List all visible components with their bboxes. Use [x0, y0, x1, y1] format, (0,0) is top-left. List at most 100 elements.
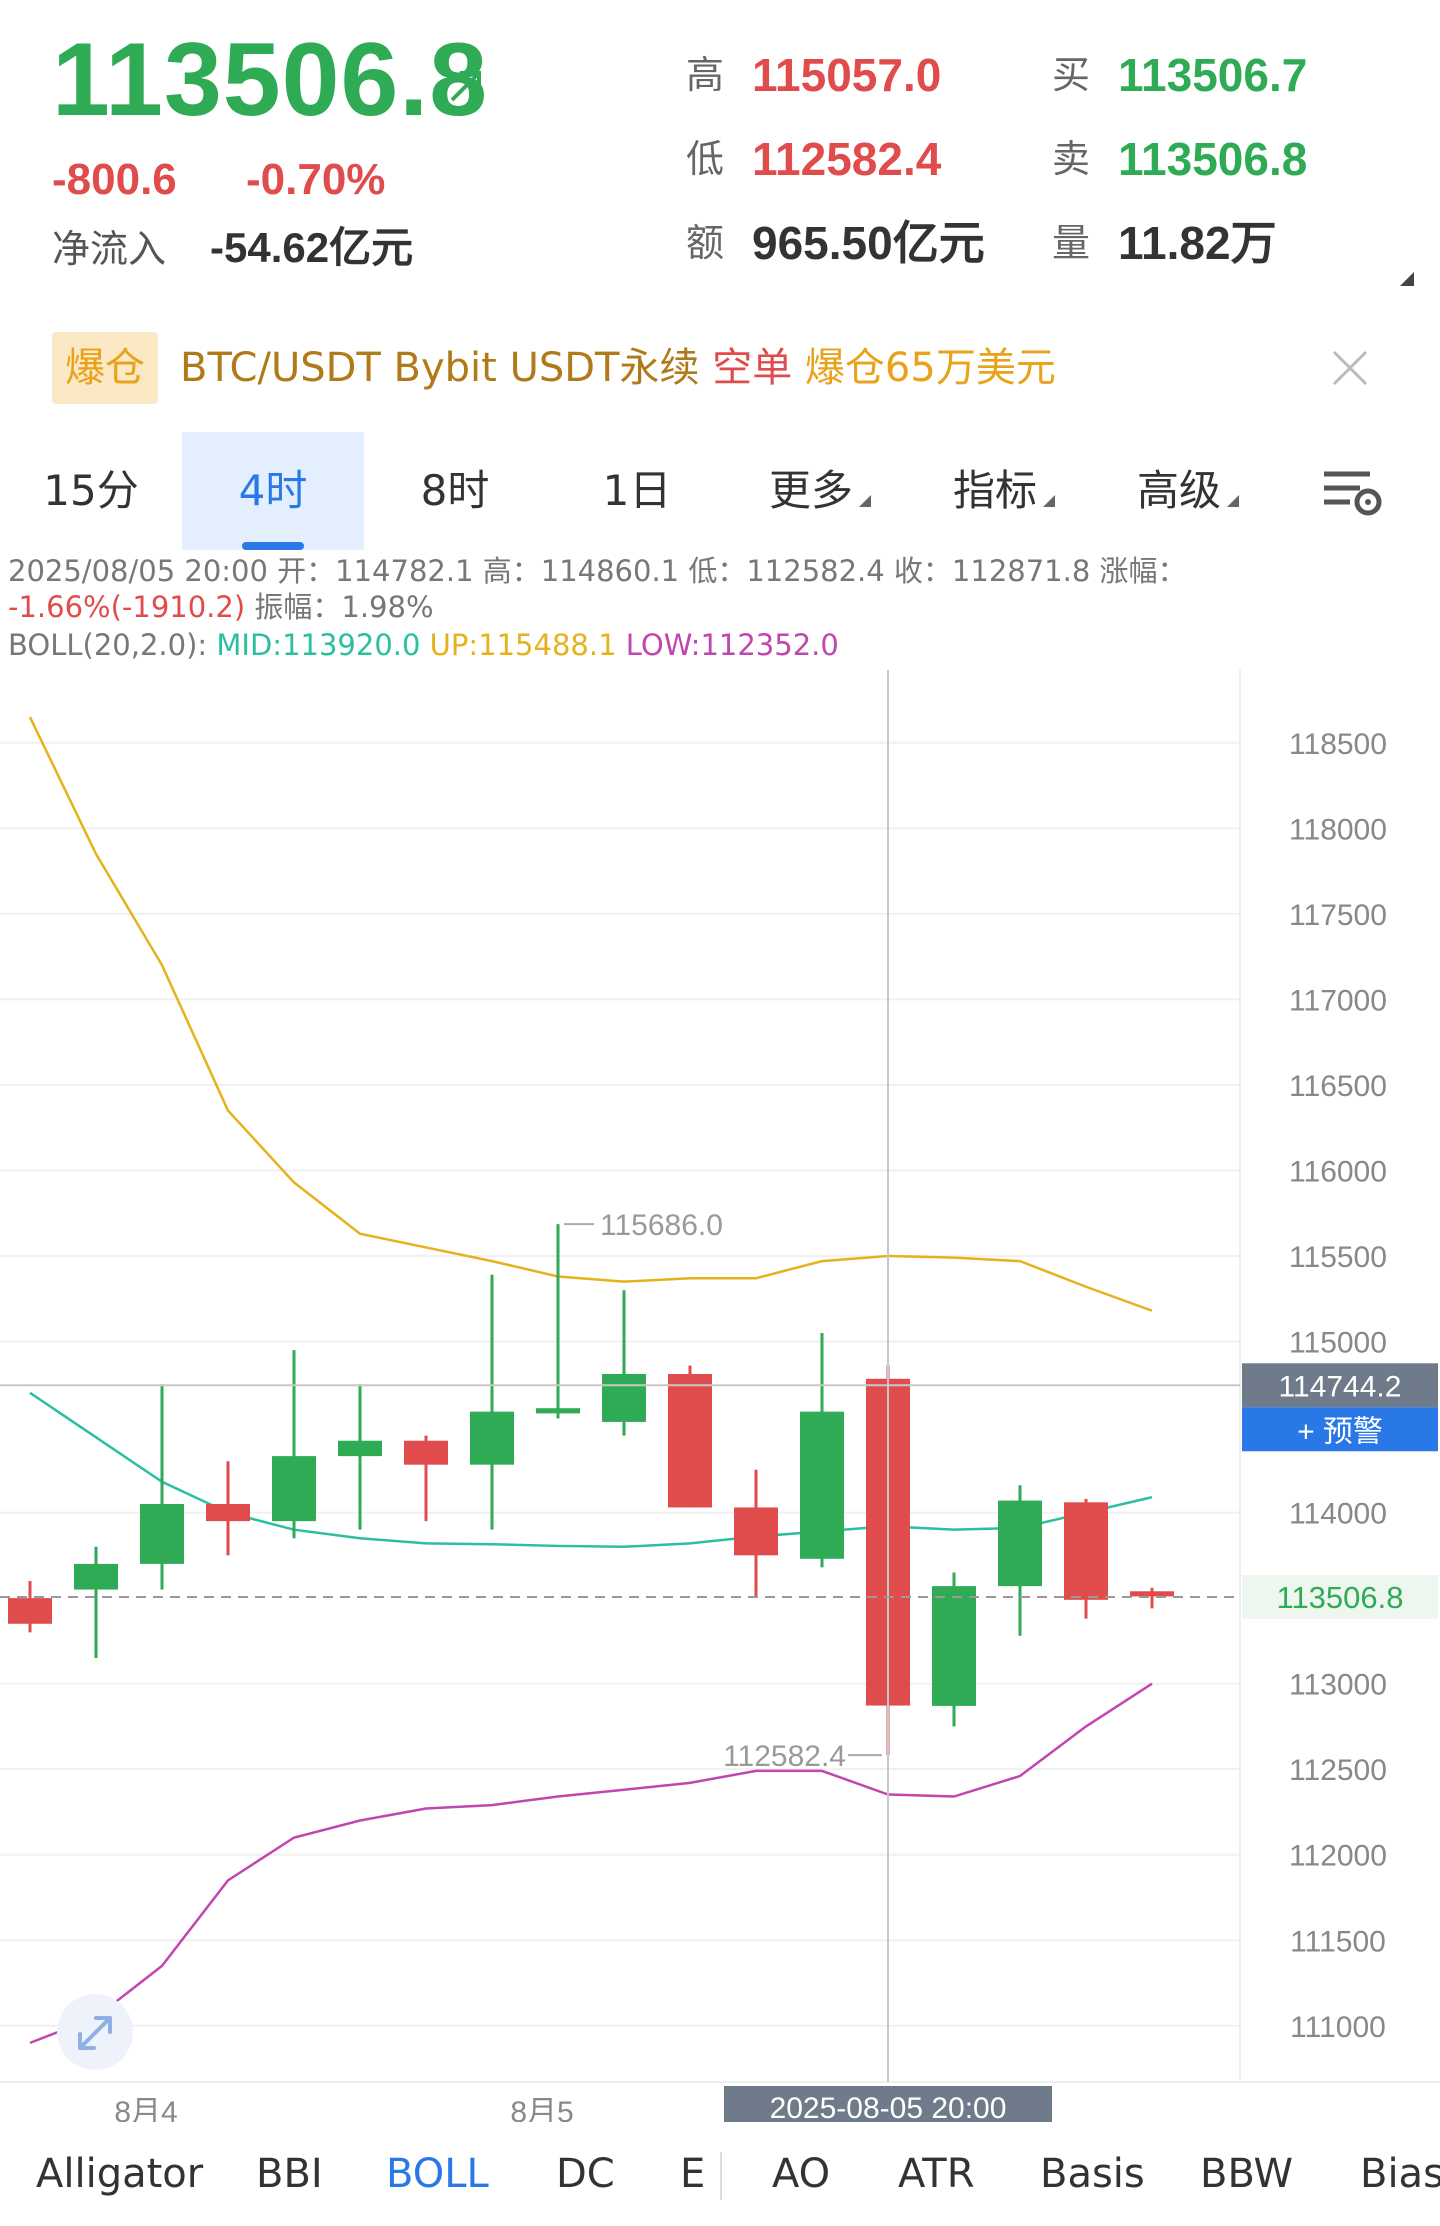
boll-mid-line [29, 1391, 1153, 1549]
net-inflow-label: 净流入 [52, 227, 167, 271]
candle-change-line: -1.66%(-1910.2) 振幅：1.98% [8, 588, 434, 626]
candle-body[interactable] [668, 1374, 712, 1508]
candle-body[interactable] [338, 1440, 382, 1457]
period-tabs: 15分 4时 8时 1日 更多 指标 高级 [0, 432, 1440, 550]
up-right-arrow-icon [450, 71, 481, 102]
bid-value: 113506.7 [1118, 49, 1308, 101]
volume-value: 11.82万 [1118, 217, 1277, 269]
indicator-divider [720, 2152, 722, 2200]
y-tick-label: 112500 [1289, 1754, 1387, 1787]
min-annotation-label: 112582.4 [723, 1740, 846, 1773]
candle-body[interactable] [536, 1408, 580, 1414]
y-tick-label: 116000 [1289, 1155, 1387, 1188]
y-tick-label: 115000 [1289, 1327, 1387, 1360]
indicator-ao[interactable]: AO [772, 2122, 830, 2226]
indicator-e[interactable]: E [680, 2122, 705, 2226]
boll-low-value: LOW:112352.0 [616, 628, 839, 662]
high-label: 高 [686, 53, 725, 97]
tab-8h[interactable]: 8时 [364, 432, 546, 550]
close-icon[interactable] [1328, 346, 1372, 390]
candle-body[interactable] [932, 1586, 976, 1706]
boll-upper-line [28, 716, 1153, 1312]
price-change-pct: -0.70% [246, 155, 386, 204]
net-inflow-value: -54.62亿元 [210, 224, 414, 271]
candle-body[interactable] [734, 1507, 778, 1556]
volume-label: 量 [1052, 221, 1091, 265]
max-annotation-label: 115686.0 [600, 1209, 723, 1242]
candle-body[interactable] [74, 1563, 118, 1590]
boll-mid-value: MID:113920.0 [216, 628, 421, 662]
alert-button-label: + 预警 [1297, 1415, 1383, 1448]
tab-indicators[interactable]: 指标 [912, 432, 1096, 550]
liquidation-amount: 爆仓65万美元 [804, 345, 1056, 391]
y-tick-label: 115500 [1289, 1241, 1387, 1274]
y-tick-label: 113000 [1289, 1669, 1387, 1702]
amount-label: 额 [686, 221, 725, 265]
last-price-label: 113506.8 [1277, 1580, 1404, 1615]
x-axis-label: 8月5 [510, 2096, 573, 2122]
indicator-bias[interactable]: Bias [1360, 2122, 1440, 2226]
dropdown-triangle-icon [859, 495, 871, 507]
dropdown-triangle-icon [1227, 495, 1239, 507]
low-value: 112582.4 [752, 133, 942, 185]
y-tick-label: 111000 [1290, 2011, 1386, 2044]
boll-info-line: BOLL(20,2.0): MID:113920.0 UP:115488.1 L… [8, 626, 839, 664]
tab-15min[interactable]: 15分 [0, 432, 182, 550]
candle-body[interactable] [1064, 1502, 1108, 1600]
y-tick-label: 114000 [1289, 1498, 1387, 1531]
indicator-bbw[interactable]: BBW [1200, 2122, 1293, 2226]
dropdown-triangle-icon [1043, 495, 1055, 507]
expand-triangle-icon[interactable] [1400, 272, 1414, 286]
tab-4h[interactable]: 4时 [182, 432, 364, 550]
indicator-bar: Alligator BBI BOLL DC E AO ATR Basis BBW… [0, 2122, 1440, 2226]
tab-advanced[interactable]: 高级 [1096, 432, 1280, 550]
indicator-bbi[interactable]: BBI [256, 2122, 323, 2226]
liquidation-banner[interactable]: 爆仓 BTC/USDT Bybit USDT永续 空单 爆仓65万美元 [52, 332, 1412, 404]
candle-change: -1.66%(-1910.2) [8, 590, 246, 624]
y-tick-label: 117000 [1289, 984, 1387, 1017]
indicator-dc[interactable]: DC [556, 2122, 615, 2226]
candle-body[interactable] [602, 1374, 646, 1422]
ask-label: 卖 [1052, 137, 1091, 181]
y-tick-label: 112000 [1289, 1840, 1387, 1873]
liquidation-side: 空单 [712, 345, 793, 391]
low-label: 低 [686, 137, 725, 181]
candle-body[interactable] [800, 1411, 844, 1559]
ask-value: 113506.8 [1118, 133, 1308, 185]
y-tick-label: 118500 [1289, 728, 1387, 761]
liquidation-badge: 爆仓 [52, 332, 158, 404]
indicator-boll[interactable]: BOLL [386, 2122, 489, 2226]
liquidation-pair: BTC/USDT Bybit USDT永续 [180, 345, 700, 391]
candle-body[interactable] [206, 1504, 250, 1522]
tab-more[interactable]: 更多 [728, 432, 912, 550]
y-tick-label: 117500 [1289, 899, 1387, 932]
boll-lower-line [29, 1682, 1153, 2045]
candle-body[interactable] [1130, 1591, 1174, 1597]
x-axis-label: 8月4 [114, 2096, 177, 2122]
candle-body[interactable] [998, 1500, 1042, 1587]
indicator-alligator[interactable]: Alligator [36, 2122, 203, 2226]
crosshair-time-label: 2025-08-05 20:00 [770, 2092, 1007, 2122]
candle-amplitude: 振幅：1.98% [245, 590, 434, 624]
crosshair-price-label: 114744.2 [1279, 1370, 1402, 1403]
candle-body[interactable] [470, 1411, 514, 1465]
candle-body[interactable] [272, 1456, 316, 1522]
tab-1d[interactable]: 1日 [546, 432, 728, 550]
candle-body[interactable] [8, 1598, 52, 1624]
price-change: -800.6 [52, 155, 177, 204]
y-tick-label: 118000 [1289, 813, 1387, 846]
liquidation-text: BTC/USDT Bybit USDT永续 空单 爆仓65万美元 [180, 332, 1056, 404]
y-tick-label: 116500 [1289, 1070, 1387, 1103]
indicator-atr[interactable]: ATR [898, 2122, 974, 2226]
indicator-basis[interactable]: Basis [1040, 2122, 1145, 2226]
candle-body[interactable] [140, 1504, 184, 1564]
y-tick-label: 111500 [1290, 1925, 1386, 1958]
chart-settings-icon[interactable] [1320, 462, 1384, 522]
amount-value: 965.50亿元 [752, 217, 985, 269]
boll-up-value: UP:115488.1 [420, 628, 617, 662]
bid-label: 买 [1052, 53, 1091, 97]
kline-chart[interactable]: 118500 118000 117500 117000 116500 116000 1155… [0, 670, 1440, 2122]
candle-body[interactable] [404, 1440, 448, 1465]
candle-info-line: 2025/08/05 20:00 开：114782.1 高：114860.1 低… [8, 554, 1187, 588]
high-value: 115057.0 [752, 49, 942, 101]
